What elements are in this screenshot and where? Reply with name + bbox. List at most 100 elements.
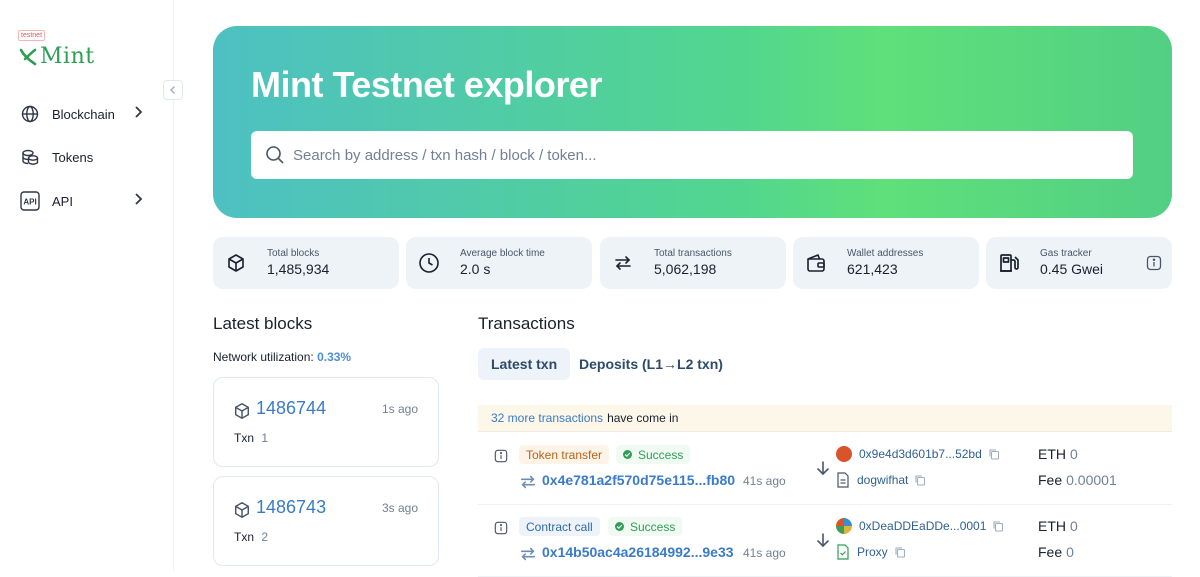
- copy-icon[interactable]: [914, 474, 926, 486]
- tx-value-label: ETH: [1038, 446, 1066, 462]
- block-txn-label: Txn: [234, 431, 255, 445]
- collapse-sidebar-button[interactable]: [163, 80, 183, 100]
- tx-hash-link[interactable]: 0x14b50ac4a26184992...9e33: [542, 544, 738, 560]
- avatar: [836, 518, 852, 534]
- stat-label: Wallet addresses: [847, 248, 924, 259]
- cube-icon: [233, 501, 251, 524]
- from-address: 0xDeaDDEaDDe...0001: [836, 517, 1004, 535]
- stat-value: 5,062,198: [654, 261, 717, 277]
- mint-leaf-icon: [19, 48, 37, 65]
- stat-value: 621,423: [847, 261, 898, 277]
- stat-gas-tracker: Gas tracker 0.45 Gwei: [986, 237, 1172, 289]
- stat-label: Gas tracker: [1040, 248, 1092, 259]
- block-txn-count: 2: [261, 530, 269, 544]
- sidebar-item-label: Blockchain: [52, 106, 115, 122]
- svg-text:API: API: [23, 198, 36, 207]
- hero-banner: Mint Testnet explorer: [213, 26, 1172, 218]
- to-address-link[interactable]: dogwifhat: [857, 473, 908, 487]
- chevron-left-icon: [170, 86, 175, 94]
- to-address: Proxy: [836, 543, 906, 561]
- sidebar-item-api[interactable]: API API: [20, 189, 150, 213]
- more-transactions-link[interactable]: 32 more transactions: [491, 411, 603, 425]
- stat-total-transactions: Total transactions 5,062,198: [600, 237, 786, 289]
- copy-icon[interactable]: [992, 520, 1004, 532]
- to-address: dogwifhat: [836, 471, 926, 489]
- stat-value: 2.0 s: [460, 261, 491, 277]
- transfer-icon: [519, 473, 537, 496]
- sidebar: testnet Mint Blockchain Tokens API API: [0, 0, 174, 571]
- block-txn: Txn 2: [234, 530, 268, 544]
- stat-label: Total transactions: [654, 248, 732, 259]
- tx-value-label: ETH: [1038, 518, 1066, 534]
- tx-fee-amount: 0.00001: [1066, 472, 1117, 488]
- success-check-icon: [623, 450, 632, 459]
- globe-icon: [20, 104, 40, 124]
- transaction-row: Contract call Success 0x14b50ac4a2618499…: [478, 505, 1172, 577]
- chevron-right-icon: [132, 192, 144, 209]
- tab-deposits[interactable]: Deposits (L1→L2 txn): [566, 348, 736, 380]
- block-number-link[interactable]: 1486743: [256, 497, 326, 518]
- search-bar[interactable]: [251, 131, 1133, 179]
- stat-label: Total blocks: [267, 248, 320, 259]
- tx-age: 41s ago: [743, 474, 786, 488]
- arrow-down-icon: [815, 460, 831, 481]
- tx-fee-label: Fee: [1038, 544, 1063, 560]
- from-address-link[interactable]: 0x9e4d3d601b7...52bd: [859, 447, 982, 461]
- tx-value-amount: 0: [1070, 446, 1078, 462]
- document-icon: [836, 472, 850, 488]
- tx-fee: Fee 0: [1038, 544, 1074, 560]
- stat-wallet-addresses: Wallet addresses 621,423: [793, 237, 979, 289]
- sidebar-item-blockchain[interactable]: Blockchain: [20, 102, 150, 126]
- status-badge: Success: [608, 517, 683, 536]
- copy-icon[interactable]: [894, 546, 906, 558]
- network-utilization-value: 0.33%: [317, 350, 352, 364]
- coins-icon: [20, 147, 40, 167]
- transfer-icon: [519, 545, 537, 568]
- transfer-icon: [612, 252, 634, 274]
- block-txn: Txn 1: [234, 431, 268, 445]
- block-age: 3s ago: [381, 501, 418, 515]
- chevron-right-icon: [132, 105, 144, 122]
- network-utilization: Network utilization: 0.33%: [213, 350, 351, 364]
- from-address-link[interactable]: 0xDeaDDEaDDe...0001: [859, 519, 986, 533]
- tx-value: ETH 0: [1038, 446, 1078, 462]
- tx-type-badge: Contract call: [519, 517, 600, 536]
- clock-icon: [418, 252, 440, 274]
- block-card: 1486743 3s ago Txn 2: [213, 476, 439, 566]
- success-check-icon: [615, 522, 624, 531]
- stat-average-block-time: Average block time 2.0 s: [406, 237, 592, 289]
- info-icon[interactable]: [494, 521, 508, 540]
- logo-text: Mint: [40, 44, 95, 69]
- transactions-title: Transactions: [478, 314, 575, 333]
- block-txn-count: 1: [261, 431, 269, 445]
- mint-logo[interactable]: testnet Mint: [18, 24, 95, 69]
- stat-value: 0.45 Gwei: [1040, 261, 1104, 277]
- info-icon[interactable]: [1146, 255, 1162, 276]
- block-age: 1s ago: [381, 402, 418, 416]
- api-icon: API: [20, 191, 40, 211]
- wallet-icon: [805, 252, 827, 274]
- from-address: 0x9e4d3d601b7...52bd: [836, 445, 1000, 463]
- cube-icon: [225, 252, 247, 274]
- search-icon: [266, 146, 284, 164]
- block-txn-label: Txn: [234, 530, 255, 544]
- sidebar-item-label: Tokens: [52, 149, 94, 165]
- block-number-link[interactable]: 1486744: [256, 398, 326, 419]
- more-transactions-suffix: have come in: [607, 411, 679, 425]
- search-input[interactable]: [293, 146, 1093, 164]
- tx-hash-link[interactable]: 0x4e781a2f570d75e115...fb80: [542, 472, 738, 488]
- sidebar-item-tokens[interactable]: Tokens: [20, 145, 150, 169]
- tab-latest-txn[interactable]: Latest txn: [478, 348, 571, 380]
- avatar: [836, 446, 852, 462]
- latest-blocks-title: Latest blocks: [213, 314, 313, 333]
- tx-fee-label: Fee: [1038, 472, 1063, 488]
- copy-icon[interactable]: [988, 448, 1000, 460]
- stat-total-blocks: Total blocks 1,485,934: [213, 237, 399, 289]
- status-label: Success: [630, 519, 676, 534]
- tx-value-amount: 0: [1070, 518, 1078, 534]
- network-utilization-label: Network utilization:: [213, 350, 314, 364]
- block-card: 1486744 1s ago Txn 1: [213, 377, 439, 467]
- tx-fee-amount: 0: [1066, 544, 1074, 560]
- info-icon[interactable]: [494, 449, 508, 468]
- to-address-link[interactable]: Proxy: [857, 545, 888, 559]
